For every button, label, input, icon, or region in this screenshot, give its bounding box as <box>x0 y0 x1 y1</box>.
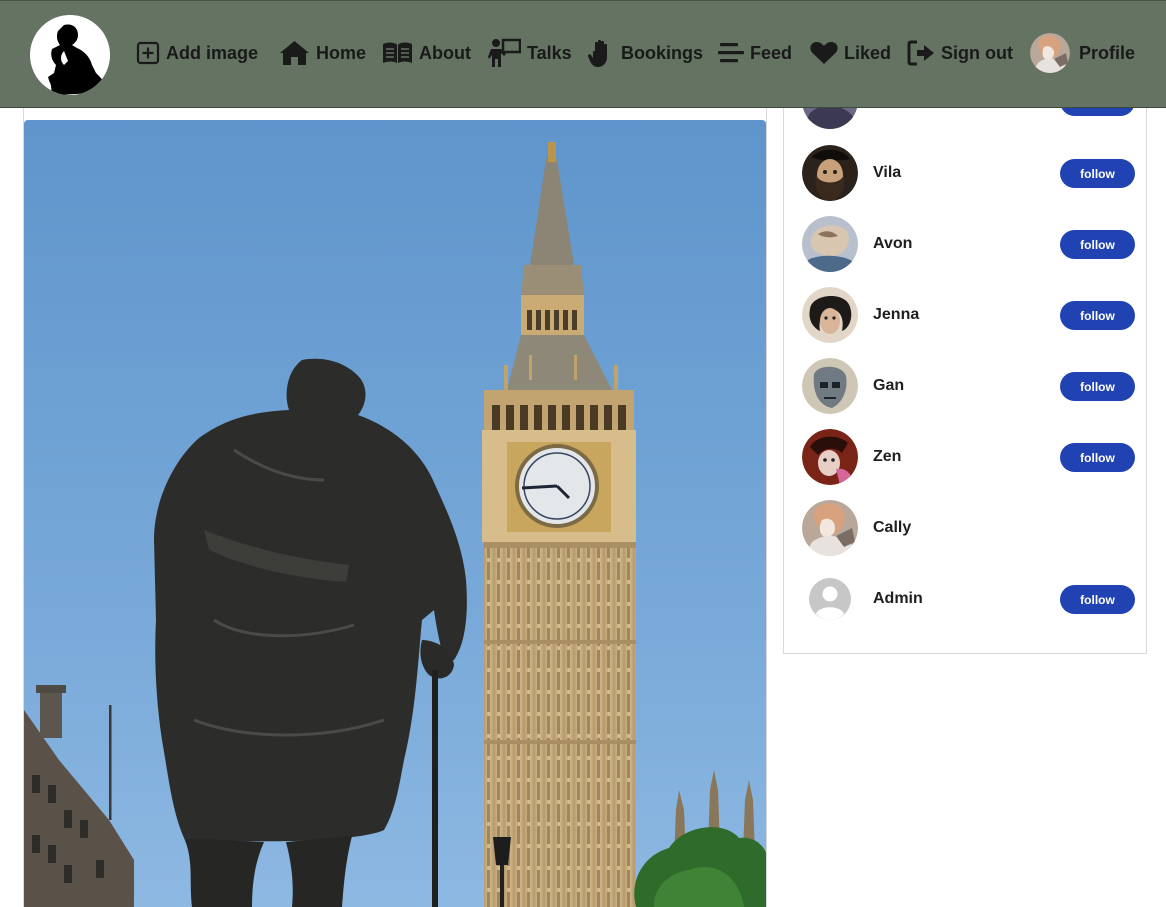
profile-row-vila[interactable]: Vila follow <box>802 145 1136 201</box>
profile-name[interactable]: Jenna <box>873 306 919 324</box>
profile-name[interactable]: Vila <box>873 164 901 182</box>
follow-button[interactable]: follow <box>1060 301 1135 330</box>
profile-name[interactable]: Cally <box>873 519 911 537</box>
nav-talks[interactable]: Talks <box>488 37 572 69</box>
profile-row-jenna[interactable]: Jenna follow <box>802 287 1136 343</box>
thinker-logo-icon <box>30 15 110 95</box>
open-book-icon <box>383 42 412 63</box>
post-image[interactable] <box>24 120 766 907</box>
follow-button[interactable]: follow <box>1060 443 1135 472</box>
nav-sign-out-label: Sign out <box>941 43 1013 63</box>
nav-home[interactable]: Home <box>279 37 366 69</box>
profile-name[interactable]: Zen <box>873 448 901 466</box>
profile-avatar[interactable] <box>802 500 858 556</box>
nav-liked[interactable]: Liked <box>810 37 891 69</box>
profile-avatar[interactable] <box>802 145 858 201</box>
nav-feed-label: Feed <box>750 43 793 63</box>
nav-about[interactable]: About <box>382 37 471 69</box>
profile-row-admin[interactable]: Admin follow <box>802 571 1136 627</box>
navbar: Add image Home About Talks Bookings Feed… <box>0 0 1166 108</box>
default-avatar-icon <box>809 578 851 620</box>
profile-avatar[interactable] <box>802 287 858 343</box>
hand-icon <box>588 39 607 67</box>
nav-about-label: About <box>419 43 471 63</box>
nav-bookings[interactable]: Bookings <box>588 37 703 69</box>
profile-avatar[interactable] <box>802 429 858 485</box>
big-ben-photo <box>24 120 766 907</box>
site-logo[interactable] <box>30 15 110 95</box>
follow-button[interactable]: follow <box>1060 585 1135 614</box>
profile-row-gan[interactable]: Gan follow <box>802 358 1136 414</box>
profile-name[interactable]: Admin <box>873 590 923 608</box>
plus-square-icon <box>136 41 160 65</box>
nav-liked-label: Liked <box>844 43 892 63</box>
popular-profiles-panel: follow Vila follow Avon follow <box>783 73 1147 654</box>
nav-add-image[interactable]: Add image <box>136 37 258 69</box>
heart-icon <box>810 41 838 64</box>
profile-avatar[interactable] <box>802 216 858 272</box>
nav-profile-label: Profile <box>1079 43 1136 63</box>
profile-avatar[interactable] <box>802 571 858 627</box>
home-icon <box>280 41 309 65</box>
stream-lines-icon <box>718 43 744 63</box>
presenter-icon <box>488 38 521 67</box>
profile-avatar[interactable] <box>802 358 858 414</box>
follow-button[interactable]: follow <box>1060 159 1135 188</box>
nav-sign-out[interactable]: Sign out <box>907 37 1013 69</box>
nav-bookings-label: Bookings <box>621 43 704 63</box>
nav-talks-label: Talks <box>527 43 572 63</box>
profile-row-zen[interactable]: Zen follow <box>802 429 1136 485</box>
sign-out-icon <box>907 40 934 66</box>
profile-name[interactable]: Avon <box>873 235 912 253</box>
profile-name[interactable]: Gan <box>873 377 904 395</box>
nav-feed[interactable]: Feed <box>718 37 792 69</box>
nav-home-label: Home <box>316 43 367 63</box>
nav-profile[interactable]: Profile <box>1030 33 1136 73</box>
profile-row-avon[interactable]: Avon follow <box>802 216 1136 272</box>
follow-button[interactable]: follow <box>1060 372 1135 401</box>
follow-button[interactable]: follow <box>1060 230 1135 259</box>
profile-row-cally[interactable]: Cally <box>802 500 1136 556</box>
profile-avatar <box>1030 33 1070 73</box>
nav-add-image-label: Add image <box>166 43 259 63</box>
